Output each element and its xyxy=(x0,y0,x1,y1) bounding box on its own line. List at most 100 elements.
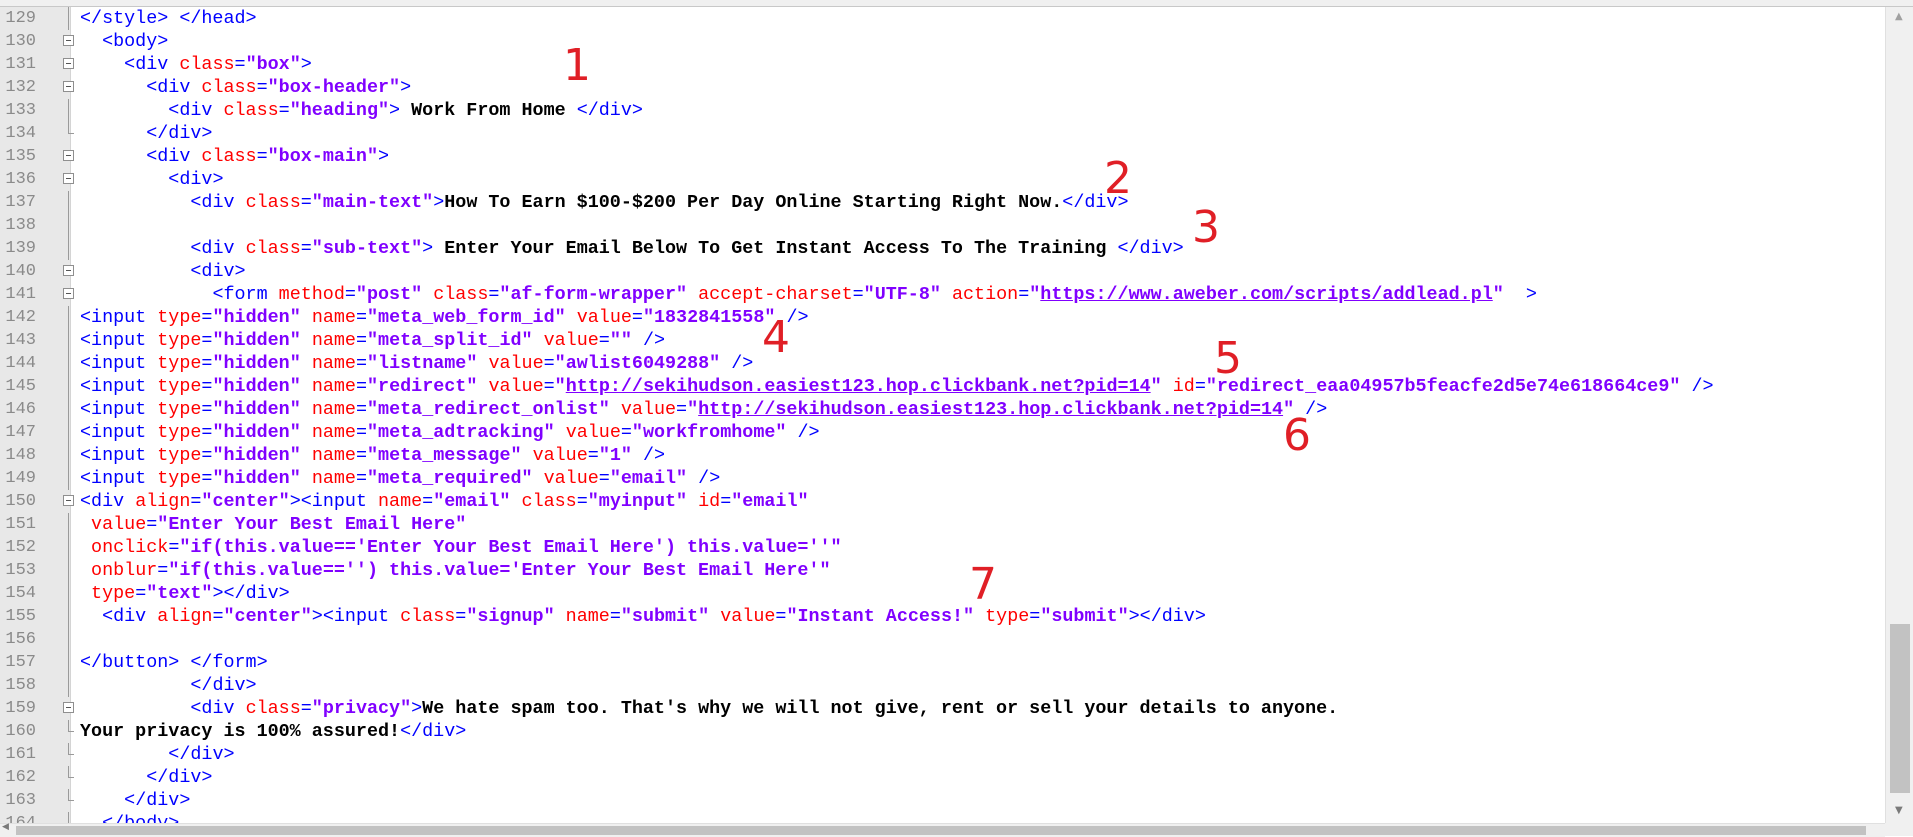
code-token: align xyxy=(135,491,191,512)
fold-guide-line xyxy=(68,421,69,444)
code-token: "meta_adtracking" xyxy=(367,422,555,443)
code-token: </button> </form> xyxy=(80,652,268,673)
horizontal-scroll-thumb[interactable] xyxy=(16,826,1866,835)
code-token: = xyxy=(455,606,467,627)
scroll-left-arrow-icon[interactable]: ◀ xyxy=(2,822,9,832)
fold-toggle-icon[interactable] xyxy=(63,150,74,161)
line-number: 142 xyxy=(5,308,36,327)
line-number: 151 xyxy=(5,515,36,534)
line-number: 163 xyxy=(5,791,36,810)
code-editor[interactable]: 129 </style> </head> 130 <body> 131 <div cl… xyxy=(0,0,1913,837)
code-token[interactable]: https://www.aweber.com/scripts/addlead.p… xyxy=(1040,284,1492,305)
code-token: "redirect_eaa04957b5feacfe2d5e74e618664c… xyxy=(1205,376,1681,397)
code-token: "sub-text" xyxy=(311,238,423,259)
code-token: = xyxy=(620,422,632,443)
fold-guide-line xyxy=(68,559,69,582)
code-token: /> xyxy=(642,445,666,466)
code-token: > xyxy=(378,146,390,167)
code-area[interactable]: 129 </style> </head> 130 <body> 131 <div cl… xyxy=(0,7,1885,823)
code-token: class xyxy=(433,284,489,305)
fold-toggle-icon[interactable] xyxy=(63,81,74,92)
code-token: type xyxy=(157,468,202,489)
code-token: = xyxy=(201,422,213,443)
code-token: value xyxy=(543,330,599,351)
code-token: value xyxy=(488,376,544,397)
code-token: = xyxy=(1194,376,1206,397)
code-token: <div xyxy=(146,77,202,98)
vertical-scroll-thumb[interactable] xyxy=(1890,624,1910,793)
fold-toggle-icon[interactable] xyxy=(63,58,74,69)
line-number: 156 xyxy=(5,630,36,649)
code-token[interactable]: http://sekihudson.easiest123.hop.clickba… xyxy=(698,399,1283,420)
line-number: 148 xyxy=(5,446,36,465)
code-token: = xyxy=(355,353,368,374)
annotation-6: 6 xyxy=(1283,410,1311,461)
code-token: = xyxy=(190,491,202,512)
code-text: <form method="post" class="af-form-wrapp… xyxy=(80,283,1537,306)
code-text: </div> xyxy=(80,743,235,766)
fold-toggle-icon[interactable] xyxy=(63,702,74,713)
code-token: class xyxy=(245,238,301,259)
code-token: <input xyxy=(80,468,158,489)
code-token: ></div> xyxy=(212,583,290,604)
code-token: </div> xyxy=(168,744,235,765)
code-token: <div xyxy=(190,238,246,259)
code-token: = xyxy=(168,537,180,558)
fold-toggle-icon[interactable] xyxy=(63,288,74,299)
code-token: "email" xyxy=(731,491,809,512)
code-token: = xyxy=(135,583,147,604)
line-number: 145 xyxy=(5,377,36,396)
code-token: <body> xyxy=(102,31,169,52)
fold-guide-line xyxy=(68,329,69,352)
code-token: = xyxy=(256,146,268,167)
fold-toggle-icon[interactable] xyxy=(63,35,74,46)
code-token: <div xyxy=(124,54,180,75)
code-text: <div align="center"><input name="email" … xyxy=(80,490,809,513)
code-token: accept-charset xyxy=(698,284,853,305)
code-token: Enter Your Email Below To Get Instant Ac… xyxy=(433,238,1118,259)
code-token: "af-form-wrapper" xyxy=(499,284,688,305)
code-text: <input type="hidden" name="meta_split_id… xyxy=(80,329,665,352)
code-token: <div xyxy=(102,606,158,627)
code-text: <input type="hidden" name="meta_message"… xyxy=(80,444,665,467)
code-token: "hidden" xyxy=(212,422,301,443)
fold-guide-line xyxy=(68,306,69,329)
code-text: </div> xyxy=(80,789,190,812)
code-token: > xyxy=(400,77,412,98)
code-token: <input xyxy=(80,330,158,351)
code-token: = xyxy=(543,376,555,397)
annotation-5: 5 xyxy=(1214,333,1242,384)
code-token: action xyxy=(951,284,1019,305)
fold-guide-line xyxy=(68,674,69,697)
vertical-scrollbar[interactable]: ▲ ▼ xyxy=(1885,7,1913,823)
fold-toggle-icon[interactable] xyxy=(63,173,74,184)
code-token: " xyxy=(687,399,699,420)
fold-toggle-icon[interactable] xyxy=(63,495,74,506)
scroll-down-arrow-icon[interactable]: ▼ xyxy=(1895,805,1903,816)
code-token: = xyxy=(278,100,290,121)
fold-toggle-icon[interactable] xyxy=(63,265,74,276)
code-token: = xyxy=(201,445,213,466)
code-token: value xyxy=(620,399,677,420)
code-token[interactable]: http://sekihudson.easiest123.hop.clickba… xyxy=(566,376,1151,397)
scroll-up-arrow-icon[interactable]: ▲ xyxy=(1895,11,1903,22)
code-token: type xyxy=(157,422,202,443)
code-token: </div> xyxy=(1117,238,1184,259)
fold-end-marker xyxy=(68,812,74,823)
code-text: <div class="box-main"> xyxy=(80,145,389,168)
code-token: name xyxy=(378,491,423,512)
code-token: " xyxy=(1150,376,1162,397)
line-number: 143 xyxy=(5,331,36,350)
horizontal-scrollbar[interactable]: ◀ xyxy=(0,822,1885,837)
